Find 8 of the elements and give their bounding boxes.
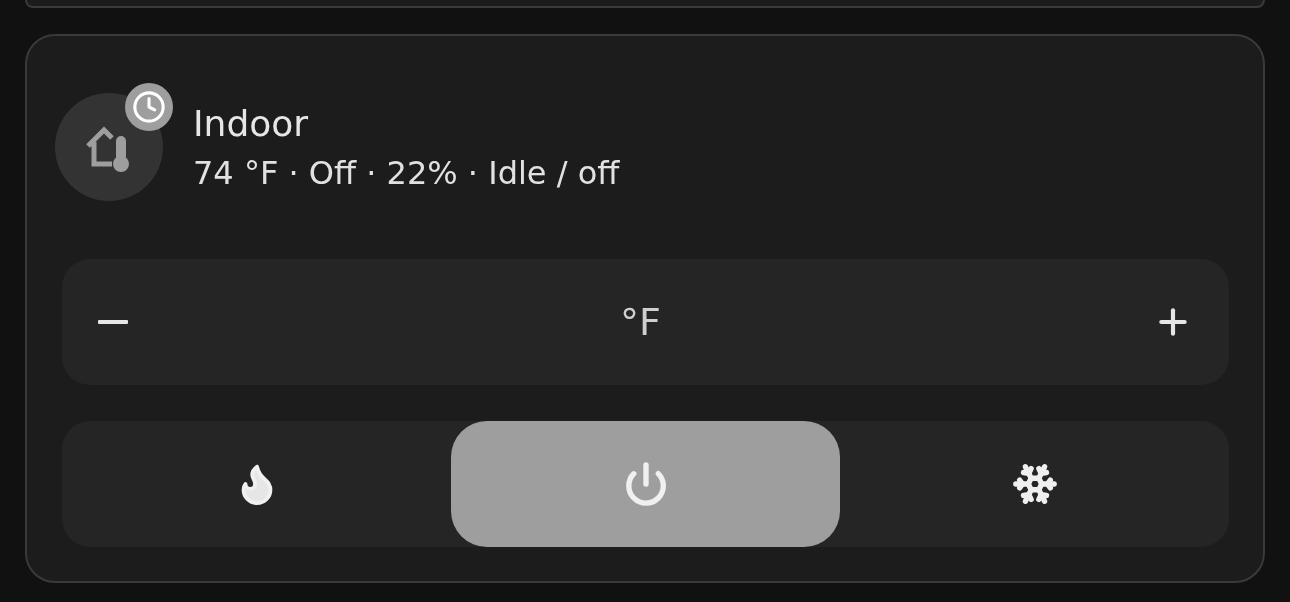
minus-icon — [98, 320, 128, 324]
unit-label: °F — [620, 300, 661, 344]
clock-icon — [132, 90, 166, 124]
off-mode-button[interactable] — [451, 421, 840, 547]
card-title: Indoor — [193, 102, 310, 144]
status-text: 74 °F · Off · 22% · Idle / off — [193, 153, 620, 192]
snowflake-icon — [1011, 461, 1058, 507]
decrease-button[interactable] — [98, 320, 128, 324]
